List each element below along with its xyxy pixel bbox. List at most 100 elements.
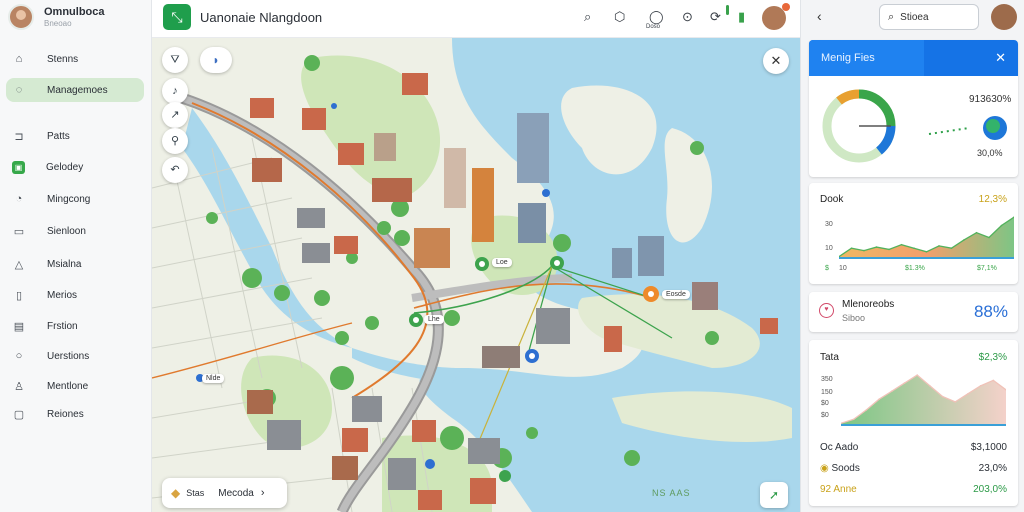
sidebar-item-label: Mingcong — [47, 193, 91, 205]
data-point — [875, 246, 878, 248]
info-icon[interactable]: ⊙ — [682, 9, 693, 25]
layer-icon: ◗ — [212, 53, 220, 67]
expand-icon: ⤡ — [171, 9, 183, 25]
navigation-icon: ➚ — [768, 488, 780, 502]
stat-label-text: Soods — [831, 463, 860, 474]
close-icon[interactable]: ✕ — [995, 50, 1006, 66]
legend-text-1: Stas — [186, 488, 205, 498]
sidebar-item-label: Merios — [47, 289, 78, 301]
tata-chart-card: Tata $2,3% 350 150 $0 $0 Oc Aado $3,1000… — [809, 340, 1018, 506]
score-card[interactable]: ♥ Mlenoreobs Siboo 88% — [809, 292, 1018, 332]
map-pin-label: Nlde — [202, 374, 225, 383]
profile-sub: Bneoao — [44, 19, 72, 28]
series-area — [839, 217, 1014, 259]
app-window: Omnulboca Bneoao ⌂ Stenns ◌ Managemoes ⊐… — [0, 0, 1024, 512]
search-icon[interactable]: ⌕ — [584, 9, 591, 25]
metric-value-1: 913630% — [969, 94, 1012, 105]
undo-tool-button[interactable]: ↶ — [162, 157, 188, 183]
filter-tool-button[interactable]: ⛛ — [162, 47, 188, 73]
sidebar-item-patts[interactable]: ⊐ Patts — [6, 124, 144, 148]
data-point — [903, 382, 906, 384]
sidebar-item-gelodey[interactable]: ▣ Gelodey — [6, 155, 144, 179]
gallery-icon: ▣ — [12, 160, 25, 174]
sidebar-item-label: Uerstions — [47, 350, 90, 362]
sidebar-item-managemoes[interactable]: ◌ Managemoes — [6, 78, 144, 102]
metric-value-2: 30,0% — [977, 148, 1003, 158]
stat-value: 23,0% — [978, 463, 1007, 474]
navigate-button[interactable]: ➚ — [760, 482, 788, 508]
metrics-tab[interactable]: Menig Fies — [809, 40, 924, 76]
score-name: Mlenoreobs — [842, 299, 895, 310]
data-point — [992, 379, 995, 382]
data-point — [967, 393, 969, 395]
sidebar-item-label: Stenns — [47, 53, 79, 65]
sidebar-item-mentlone[interactable]: ♙ Mentlone — [6, 374, 144, 398]
globe-icon[interactable]: ◯ — [649, 9, 664, 25]
layer-toggle-button[interactable]: ◗ — [200, 47, 232, 73]
pin-icon: ⚲ — [170, 135, 180, 147]
x-tick-label: $7,1% — [977, 265, 997, 272]
map-close-button[interactable]: ✕ — [763, 48, 789, 74]
shield-icon[interactable]: ⬡ — [614, 9, 625, 25]
right-panel: ‹ ⌕ Menig Fies ✕ 91 — [800, 0, 1024, 512]
score-sub: Siboo — [842, 313, 866, 323]
stat-label: Oc Aado — [820, 442, 859, 453]
avatar[interactable] — [8, 4, 34, 30]
map-logo-button[interactable]: ⤡ — [163, 4, 191, 30]
sidebar-item-frstion[interactable]: ▤ Frstion — [6, 314, 144, 338]
dook-area-chart — [839, 216, 1014, 259]
sidebar-item-label: Frstion — [47, 320, 78, 332]
y-tick-label: $0 — [821, 412, 829, 419]
back-arrow-icon[interactable]: ‹ — [817, 8, 822, 24]
data-point — [941, 395, 944, 398]
terrain-icon: △ — [14, 258, 24, 271]
map-drawing — [152, 38, 800, 512]
home-icon: ⌂ — [15, 53, 23, 65]
search-input[interactable] — [900, 11, 971, 23]
profile[interactable]: Omnulboca Bneoao — [8, 4, 105, 30]
sidebar-item-label: Msialna — [47, 258, 82, 270]
coin-icon: ◉ — [820, 463, 829, 474]
status-icon[interactable]: ▮ — [738, 9, 745, 25]
map-legend-bar[interactable]: ◆ Stas Mecoda › — [162, 478, 287, 508]
y-tick-label: 350 — [821, 376, 833, 383]
sidebar-item-label: Managemoes — [47, 84, 108, 96]
stat-label: 92 Anne — [820, 484, 857, 495]
x-tick-label: $ — [825, 265, 829, 272]
clipboard-icon: ▯ — [15, 289, 23, 302]
map-pin-label: Lhe — [424, 315, 444, 324]
sidebar-item-stenns[interactable]: ⌂ Stenns — [6, 47, 144, 71]
pin-tool-button[interactable]: ⚲ — [162, 128, 188, 154]
notification-badge — [782, 3, 790, 11]
y-tick-label: $0 — [821, 400, 829, 407]
data-point — [878, 398, 880, 400]
app-title: Uanonaie Nlangdoon — [200, 10, 323, 25]
metrics-card: Menig Fies ✕ 913630% 30,0% — [809, 40, 1018, 177]
close-icon: ✕ — [770, 53, 782, 68]
alert-icon[interactable]: ⟳ — [710, 9, 721, 25]
data-point — [925, 251, 928, 253]
sidebar-item-merios[interactable]: ▯ Merios — [6, 283, 144, 307]
filter-icon: ⛛ — [170, 54, 180, 66]
sidebar-item-uerstions[interactable]: ○ Uerstions — [6, 344, 144, 368]
sidebar-item-mingcong[interactable]: ◔ Mingcong — [6, 187, 144, 211]
panel-avatar[interactable] — [991, 4, 1017, 30]
sidebar-item-reiones[interactable]: ▢ Reiones — [6, 402, 144, 426]
profile-text: Omnulboca Bneoao — [44, 6, 105, 28]
map-watermark: NS AAS — [652, 488, 691, 498]
sidebar-item-sienloon[interactable]: ▭ Sienloon — [6, 219, 144, 243]
stat-value: $3,1000 — [970, 442, 1007, 453]
sidebar-item-msialna[interactable]: △ Msialna — [6, 252, 144, 276]
sound-tool-button[interactable]: ♪ — [162, 78, 188, 104]
sidebar: Omnulboca Bneoao ⌂ Stenns ◌ Managemoes ⊐… — [0, 0, 152, 512]
map-canvas[interactable]: Loe Lhe Eosde Nlde ⛛ ◗ ♪ ↗ ⚲ ↶ ✕ ◆ Stas … — [152, 38, 800, 512]
legend-text-2: Mecoda — [218, 487, 254, 499]
stat-row: 92 Anne 203,0% — [820, 484, 1007, 495]
sidebar-item-label: Reiones — [47, 408, 84, 420]
data-point — [954, 401, 956, 403]
search-box[interactable]: ⌕ — [879, 4, 979, 30]
topbar: ⤡ Uanonaie Nlangdoon ⌕ ⬡ ◯ Doso ⊙ ⟳ ▮ — [152, 0, 800, 38]
route-tool-button[interactable]: ↗ — [162, 102, 188, 128]
arrow-icon: ↗ — [170, 109, 180, 121]
data-point — [938, 245, 940, 247]
